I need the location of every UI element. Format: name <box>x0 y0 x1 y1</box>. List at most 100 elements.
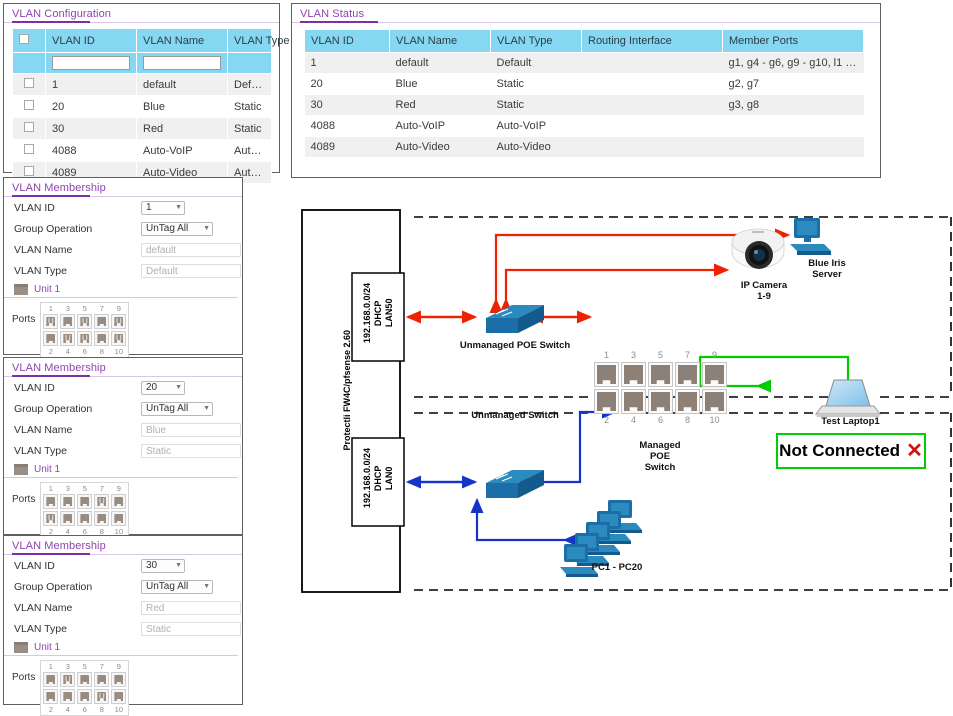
managed-port-1[interactable] <box>594 362 619 387</box>
port-3[interactable] <box>60 314 76 329</box>
column-header-vlan-type[interactable]: VLAN Type <box>227 28 289 53</box>
test-laptop-label: Test Laptop1 <box>821 416 880 427</box>
vlan-id-select[interactable]: 1 ▼ <box>141 200 185 215</box>
vlan-configuration-rows: 1 default Default 20 Blue Static 30 Red … <box>12 73 272 184</box>
table-row[interactable]: 20 Blue Static <box>12 95 272 118</box>
table-row[interactable]: 1 default Default <box>12 73 272 96</box>
managed-port-9[interactable] <box>702 362 727 387</box>
port-10[interactable] <box>111 689 127 704</box>
port-8[interactable]: U <box>94 689 110 704</box>
vlan-type-field[interactable]: Static <box>141 621 241 636</box>
column-header-vlan-id[interactable]: VLAN ID <box>45 28 137 53</box>
column-header-vlan-name[interactable]: VLAN Name <box>389 29 491 53</box>
column-header-vlan-id[interactable]: VLAN ID <box>304 29 390 53</box>
port-9[interactable] <box>111 672 127 687</box>
group-operation-select[interactable]: UnTag All ▼ <box>141 401 213 416</box>
managed-port-numbers-top: 1 3 5 7 9 <box>593 350 728 361</box>
group-operation-select[interactable]: UnTag All ▼ <box>141 579 213 594</box>
select-all-header[interactable] <box>12 28 46 53</box>
port-8[interactable] <box>94 331 110 346</box>
port-2[interactable] <box>43 689 59 704</box>
port-7[interactable]: U <box>94 494 110 509</box>
column-header-vlan-name[interactable]: VLAN Name <box>136 28 228 53</box>
port-8[interactable] <box>94 511 110 526</box>
unmanaged-switch-icon <box>486 470 544 498</box>
vlan-name-field[interactable]: Blue <box>141 422 241 437</box>
port-10[interactable] <box>111 511 127 526</box>
port-3[interactable]: U <box>60 672 76 687</box>
port-number: 1 <box>48 484 53 493</box>
row-checkbox[interactable] <box>24 78 34 88</box>
port-4[interactable]: U <box>60 331 76 346</box>
port-number: 8 <box>99 347 104 356</box>
port-7[interactable] <box>94 314 110 329</box>
port-tag: U <box>98 691 105 701</box>
managed-port-5[interactable] <box>648 362 673 387</box>
cell-vlan-id: 4088 <box>45 139 137 162</box>
port-6[interactable]: U <box>77 331 93 346</box>
port-9[interactable] <box>111 494 127 509</box>
vlan-id-row: VLAN ID 1 ▼ <box>4 197 242 218</box>
port-2[interactable] <box>43 331 59 346</box>
port-5[interactable]: U <box>77 314 93 329</box>
vlan-name-field[interactable]: Red <box>141 600 241 615</box>
port-tag <box>80 497 89 506</box>
row-select-cell[interactable] <box>12 95 46 118</box>
row-checkbox[interactable] <box>24 100 34 110</box>
port-tag <box>114 497 123 506</box>
port-tag <box>80 514 89 523</box>
managed-port-3[interactable] <box>621 362 646 387</box>
vlan-id-filter-input[interactable] <box>52 56 130 70</box>
managed-port-6[interactable] <box>648 389 673 414</box>
vlan-type-field[interactable]: Default <box>141 263 241 278</box>
port-5[interactable] <box>77 672 93 687</box>
cell-routing-interface <box>581 52 723 74</box>
managed-port-2[interactable] <box>594 389 619 414</box>
port-5[interactable] <box>77 494 93 509</box>
managed-port-8[interactable] <box>675 389 700 414</box>
row-checkbox[interactable] <box>24 122 34 132</box>
table-row[interactable]: 30 Red Static <box>12 117 272 140</box>
port-2[interactable]: U <box>43 511 59 526</box>
row-select-cell[interactable] <box>12 139 46 162</box>
managed-port-7[interactable] <box>675 362 700 387</box>
cell-vlan-name: Auto-Video <box>389 136 491 158</box>
port-tag <box>80 692 89 701</box>
port-9[interactable]: U <box>111 314 127 329</box>
port-10[interactable]: U <box>111 331 127 346</box>
managed-port-4[interactable] <box>621 389 646 414</box>
row-select-cell[interactable] <box>12 73 46 96</box>
column-header-vlan-type[interactable]: VLAN Type <box>490 29 582 53</box>
port-1[interactable] <box>43 672 59 687</box>
group-operation-select[interactable]: UnTag All ▼ <box>141 221 213 236</box>
cell-vlan-type: Default <box>490 52 582 74</box>
port-grid: 1 3 5 7 9 U U U U U U 2 4 6 8 10 <box>40 302 130 358</box>
port-4[interactable] <box>60 689 76 704</box>
vlan-name-field[interactable]: default <box>141 242 241 257</box>
port-6[interactable] <box>77 511 93 526</box>
port-numbers-top: 1 3 5 7 9 <box>42 304 127 313</box>
port-numbers-top: 1 3 5 7 9 <box>42 484 127 493</box>
port-1[interactable] <box>43 494 59 509</box>
port-4[interactable] <box>60 511 76 526</box>
vlan-id-select[interactable]: 20 ▼ <box>141 380 185 395</box>
row-checkbox[interactable] <box>24 144 34 154</box>
chevron-down-icon: ▼ <box>203 405 210 412</box>
port-grid: 1 3 5 7 9 U U 2 4 6 8 10 <box>40 482 130 538</box>
port-6[interactable] <box>77 689 93 704</box>
chevron-down-icon: ▼ <box>175 204 182 211</box>
vlan-type-field[interactable]: Static <box>141 443 241 458</box>
port-3[interactable] <box>60 494 76 509</box>
vlan-id-select[interactable]: 30 ▼ <box>141 558 185 573</box>
managed-switch-port-grid: 1 3 5 7 9 2 4 6 8 10 <box>593 350 728 426</box>
port-7[interactable] <box>94 672 110 687</box>
column-header-member-ports[interactable]: Member Ports <box>722 29 864 53</box>
select-all-checkbox[interactable] <box>19 34 29 44</box>
column-header-routing-interface[interactable]: Routing Interface <box>581 29 723 53</box>
vlan-name-filter-input[interactable] <box>143 56 221 70</box>
managed-port-10[interactable] <box>702 389 727 414</box>
table-row[interactable]: 4088 Auto-VoIP Auto-VoIP <box>12 139 272 162</box>
row-select-cell[interactable] <box>12 117 46 140</box>
port-1[interactable]: U <box>43 314 59 329</box>
row-checkbox[interactable] <box>24 166 34 176</box>
